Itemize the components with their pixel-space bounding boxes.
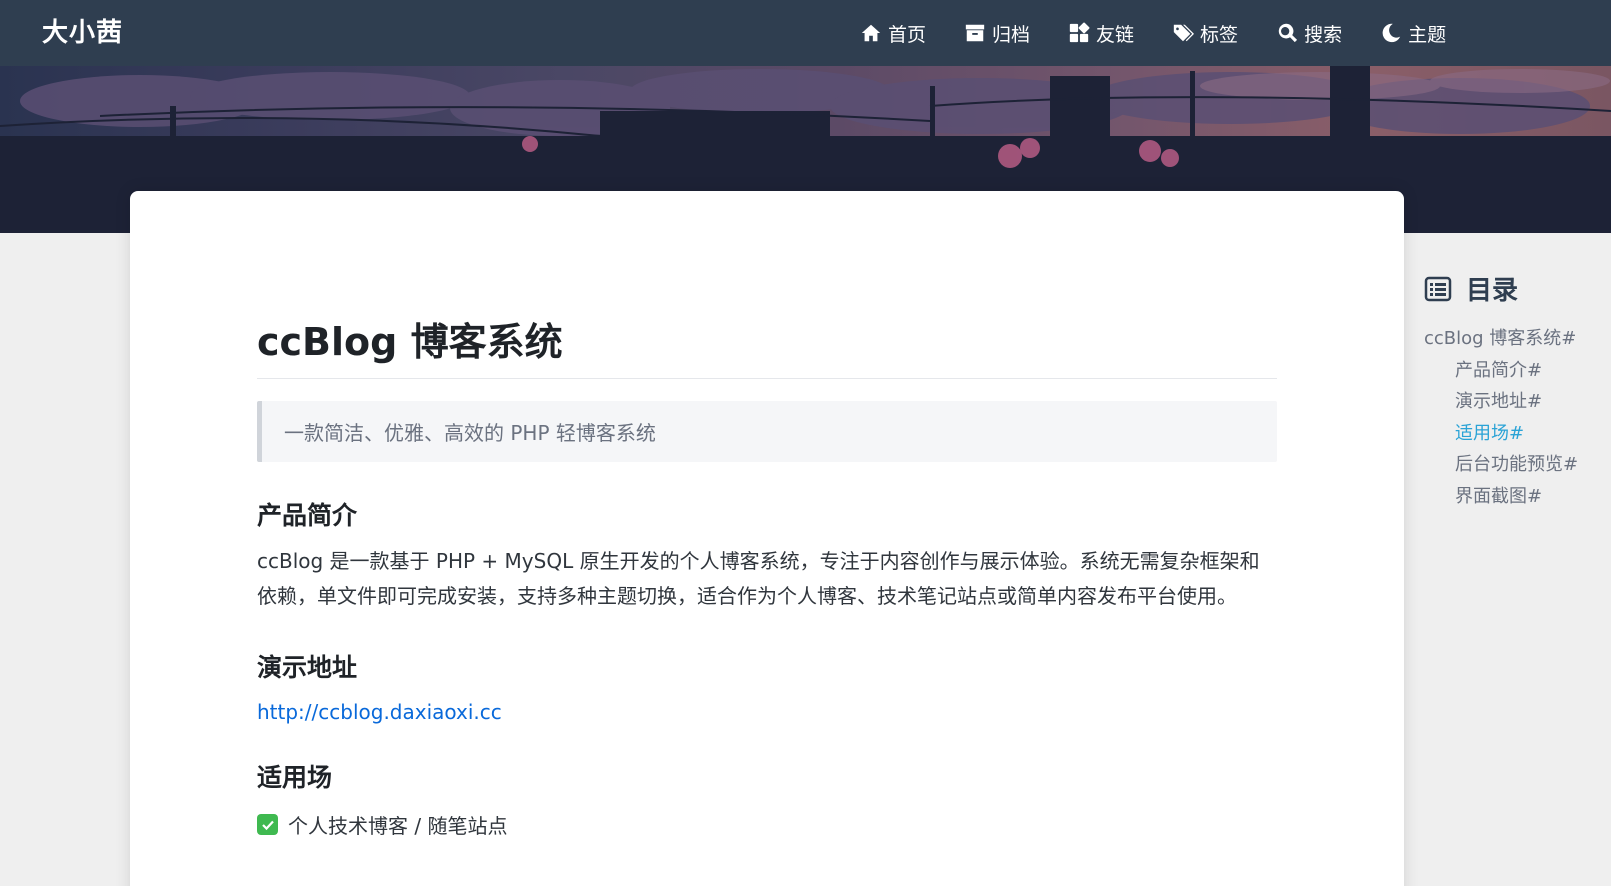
apps-icon — [1069, 22, 1090, 43]
toc-item[interactable]: 产品简介# — [1424, 355, 1604, 387]
post-content: ccBlog 博客系统 一款简洁、优雅、高效的 PHP 轻博客系统 产品简介 c… — [257, 311, 1277, 839]
usage-item: 个人技术博客 / 随笔站点 — [257, 810, 1277, 839]
nav-item-label: 搜索 — [1304, 23, 1343, 46]
list-icon — [1424, 276, 1452, 301]
main-nav: 首页 归档 友链 标签 搜索 主题 — [860, 0, 1446, 66]
nav-item-label: 归档 — [992, 23, 1031, 46]
section-heading-intro: 产品简介 — [257, 501, 358, 530]
top-navbar: 大小茜 首页 归档 友链 标签 搜索 主题 — [0, 0, 1611, 66]
section-heading-demo: 演示地址 — [257, 653, 358, 682]
post-card: ccBlog 博客系统 一款简洁、优雅、高效的 PHP 轻博客系统 产品简介 c… — [130, 191, 1404, 886]
toc-item[interactable]: 后台功能预览# — [1424, 449, 1604, 481]
post-quote: 一款简洁、优雅、高效的 PHP 轻博客系统 — [257, 401, 1277, 462]
nav-item-label: 标签 — [1200, 23, 1239, 46]
home-icon — [861, 24, 881, 42]
toc-item-active[interactable]: 适用场# — [1424, 418, 1604, 450]
nav-item-links[interactable]: 友链 — [1068, 20, 1134, 47]
toc-list: ccBlog 博客系统# 产品简介# 演示地址# 适用场# 后台功能预览# 界面… — [1424, 323, 1604, 512]
section-text-intro: ccBlog 是一款基于 PHP + MySQL 原生开发的个人博客系统，专注于… — [257, 549, 1260, 608]
toc-title: 目录 — [1466, 276, 1519, 306]
post-title: ccBlog 博客系统 — [257, 311, 1277, 379]
nav-item-tags[interactable]: 标签 — [1172, 20, 1238, 47]
nav-item-theme[interactable]: 主题 — [1380, 20, 1446, 47]
check-icon — [257, 814, 278, 835]
table-of-contents: 目录 ccBlog 博客系统# 产品简介# 演示地址# 适用场# 后台功能预览#… — [1424, 270, 1604, 512]
archive-icon — [965, 24, 985, 42]
nav-item-search[interactable]: 搜索 — [1276, 20, 1342, 47]
nav-item-label: 首页 — [888, 23, 927, 46]
moon-icon — [1382, 23, 1401, 43]
search-icon — [1278, 23, 1298, 43]
site-brand[interactable]: 大小茜 — [42, 12, 123, 49]
toc-item[interactable]: 界面截图# — [1424, 481, 1604, 513]
usage-item-label: 个人技术博客 / 随笔站点 — [288, 814, 508, 838]
toc-header: 目录 — [1424, 270, 1604, 307]
nav-item-archive[interactable]: 归档 — [964, 20, 1030, 47]
nav-item-home[interactable]: 首页 — [860, 20, 926, 47]
nav-item-label: 主题 — [1408, 23, 1447, 46]
toc-item[interactable]: 演示地址# — [1424, 386, 1604, 418]
demo-link[interactable]: http://ccblog.daxiaoxi.cc — [257, 700, 502, 724]
section-heading-usage: 适用场 — [257, 763, 333, 792]
nav-item-label: 友链 — [1096, 23, 1135, 46]
toc-item[interactable]: ccBlog 博客系统# — [1424, 323, 1604, 355]
tags-icon — [1173, 24, 1195, 42]
